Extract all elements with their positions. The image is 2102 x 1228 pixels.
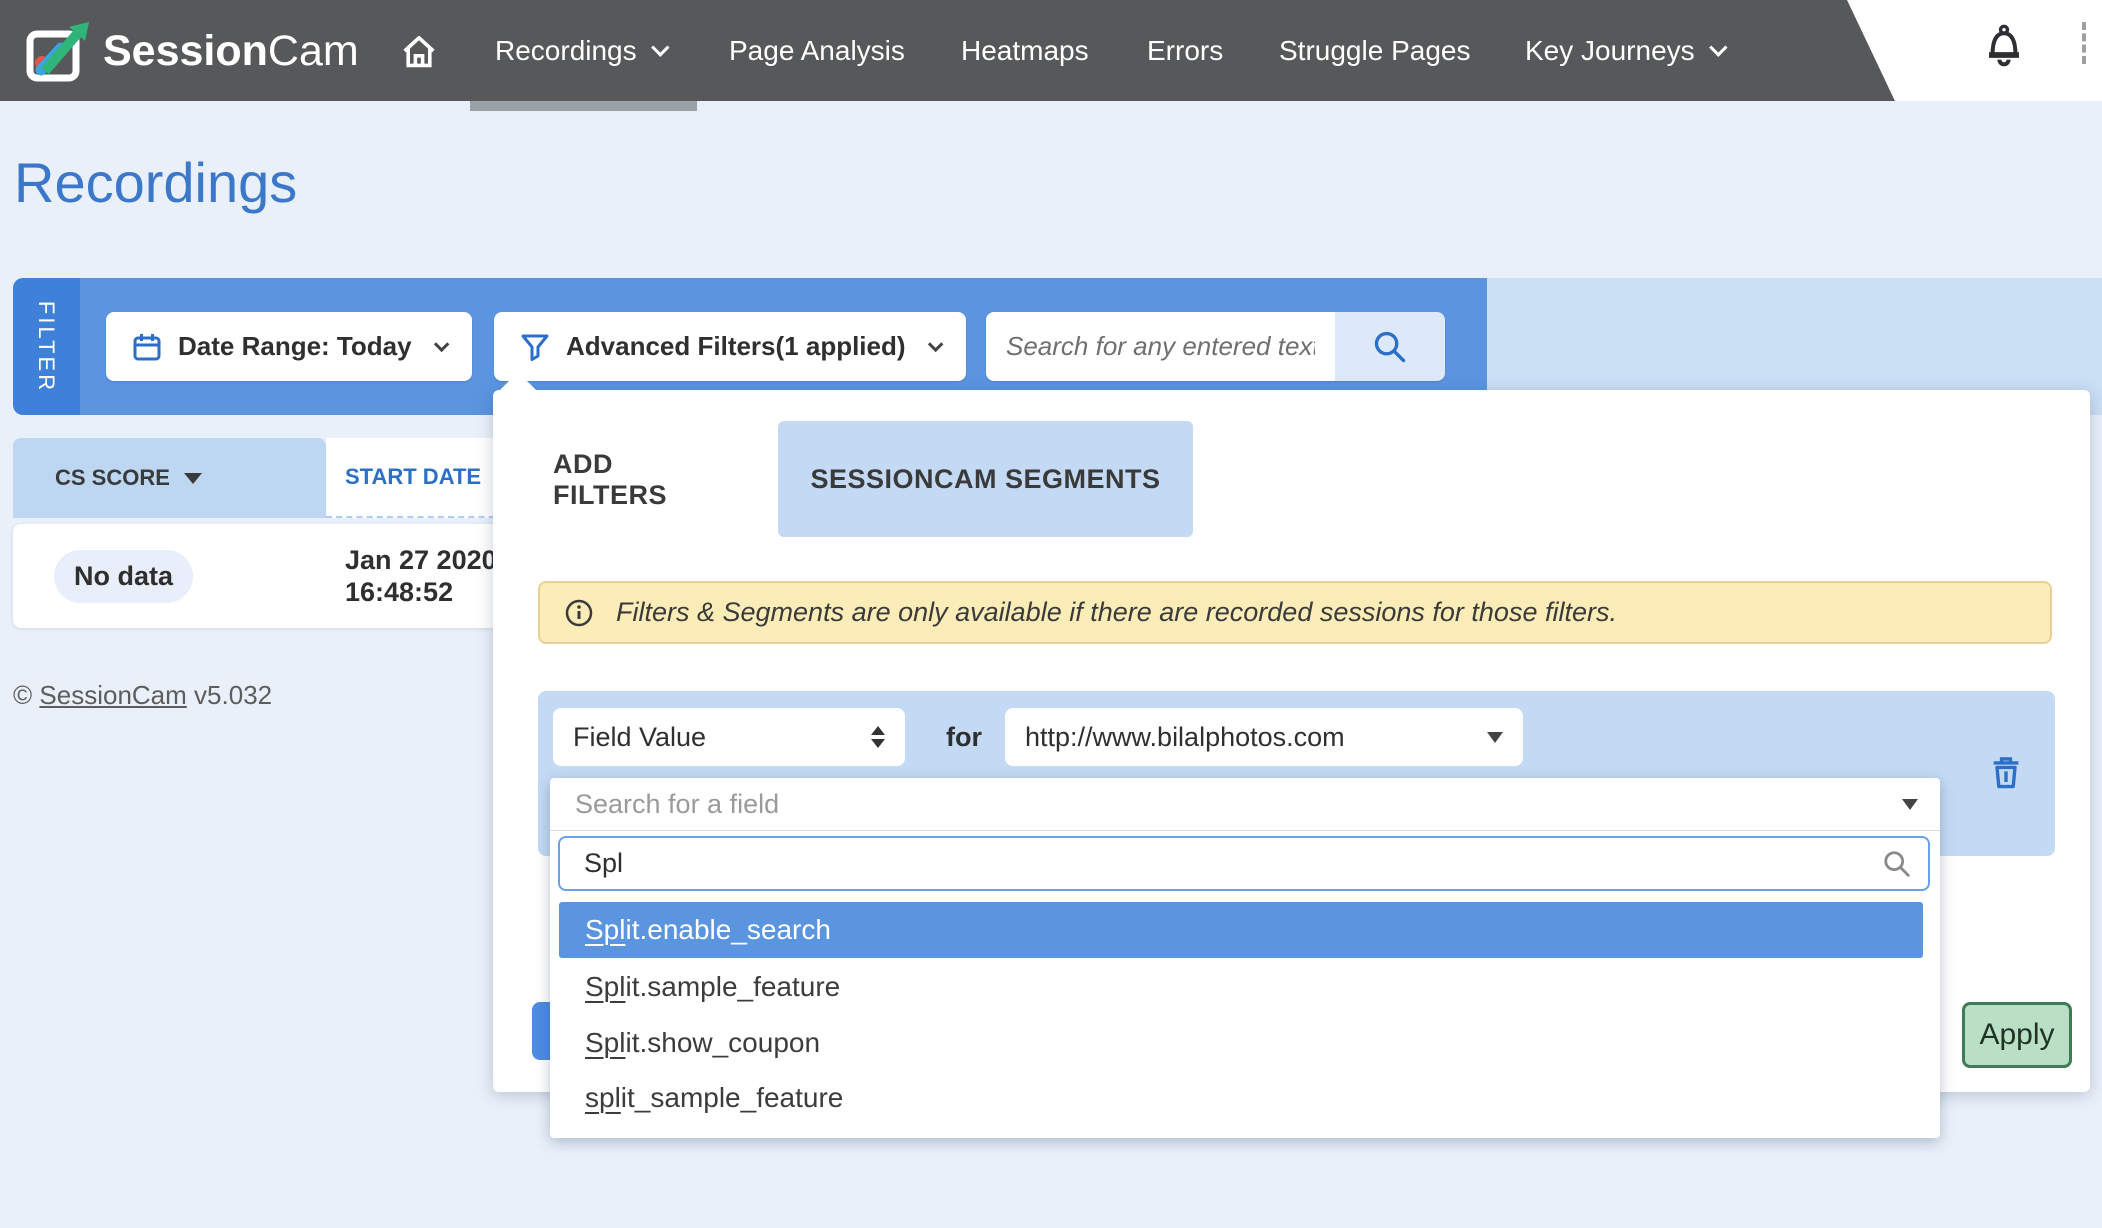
caret-down-icon	[1487, 732, 1503, 743]
brand-logo[interactable]: SessionCam	[25, 16, 359, 86]
nav-item-label: Key Journeys	[1525, 35, 1695, 67]
delete-filter-button[interactable]	[1989, 755, 2023, 796]
copyright-footer: © SessionCam v5.032	[13, 680, 272, 711]
nav-item-label: Heatmaps	[961, 35, 1089, 67]
nav-item-struggle-pages[interactable]: Struggle Pages	[1279, 0, 1470, 101]
tab-label: SESSIONCAM SEGMENTS	[810, 464, 1160, 495]
date-range-label: Date Range: Today	[178, 331, 412, 362]
active-nav-indicator	[470, 101, 697, 111]
text-search-input[interactable]	[986, 312, 1335, 381]
tab-add-filters[interactable]: ADD FILTERS	[553, 445, 733, 515]
funnel-icon	[520, 332, 550, 362]
tab-label: ADD FILTERS	[553, 449, 733, 511]
info-icon	[564, 598, 594, 628]
sessioncam-logo-icon	[25, 18, 95, 84]
sessioncam-link[interactable]: SessionCam	[39, 680, 186, 710]
search-icon	[1372, 329, 1408, 365]
nav-item-errors[interactable]: Errors	[1147, 0, 1223, 101]
caret-down-icon	[1902, 799, 1918, 810]
panel-notch	[499, 372, 537, 391]
field-type-select[interactable]: Field Value	[553, 708, 905, 766]
date-range-button[interactable]: Date Range: Today	[106, 312, 472, 381]
trash-icon	[1989, 755, 2023, 791]
nav-item-page-analysis[interactable]: Page Analysis	[729, 0, 905, 101]
info-banner: Filters & Segments are only available if…	[538, 581, 2052, 644]
nav-item-label: Struggle Pages	[1279, 35, 1470, 67]
condition-connector-label: for	[946, 708, 982, 766]
chevron-down-icon	[433, 337, 449, 353]
text-search-button[interactable]	[1335, 312, 1445, 381]
home-icon	[399, 33, 439, 69]
page-title: Recordings	[14, 150, 297, 215]
field-option-split-sample-feature-underscore[interactable]: split_sample_feature	[559, 1070, 1923, 1126]
chevron-down-icon	[1709, 38, 1727, 56]
sort-desc-icon	[184, 473, 202, 484]
site-value: http://www.bilalphotos.com	[1025, 722, 1345, 753]
field-option-split-enable-search[interactable]: Split.enable_search	[559, 902, 1923, 958]
chevron-down-icon	[651, 38, 669, 56]
dashed-menu-handle[interactable]	[2082, 22, 2086, 64]
field-search-input[interactable]	[560, 848, 1882, 879]
field-type-value: Field Value	[573, 722, 706, 753]
brand-name: SessionCam	[103, 27, 359, 76]
top-nav: SessionCam Recordings Page Analysis Heat…	[0, 0, 2102, 101]
column-header-cs-score[interactable]: CS SCORE	[13, 438, 326, 518]
start-date-value: Jan 27 2020, 16:48:52	[345, 544, 504, 608]
info-banner-text: Filters & Segments are only available if…	[616, 597, 1617, 628]
chevron-down-icon	[927, 337, 943, 353]
nav-item-label: Page Analysis	[729, 35, 905, 67]
field-option-split-sample-feature[interactable]: Split.sample_feature	[559, 959, 1923, 1015]
filter-tab-label: FILTER	[34, 300, 60, 392]
nav-item-heatmaps[interactable]: Heatmaps	[961, 0, 1089, 101]
notifications-bell-icon[interactable]	[1983, 24, 2025, 75]
advanced-filters-label: Advanced Filters(1 applied)	[566, 331, 906, 362]
calendar-icon	[132, 332, 162, 362]
nav-item-label: Errors	[1147, 35, 1223, 67]
field-select-collapsed[interactable]: Search for a field	[550, 778, 1940, 831]
field-option-split-show-coupon[interactable]: Split.show_coupon	[559, 1015, 1923, 1071]
nav-item-label: Recordings	[495, 35, 637, 67]
advanced-filters-button[interactable]: Advanced Filters(1 applied)	[494, 312, 966, 381]
tab-sessioncam-segments[interactable]: SESSIONCAM SEGMENTS	[778, 421, 1193, 537]
field-search-dropdown: Search for a field Split.enable_search S…	[550, 778, 1940, 1138]
recording-row[interactable]: No data Jan 27 2020, 16:48:52	[13, 524, 573, 628]
nav-item-recordings[interactable]: Recordings	[495, 0, 664, 101]
sessioncam-recordings-screen: SessionCam Recordings Page Analysis Heat…	[0, 0, 2102, 1228]
column-label: CS SCORE	[55, 465, 170, 491]
nav-item-key-journeys[interactable]: Key Journeys	[1525, 0, 1722, 101]
text-search-group	[986, 312, 1445, 381]
nav-home[interactable]	[399, 0, 439, 101]
column-label: START DATE	[345, 464, 481, 490]
filter-side-tab[interactable]: FILTER	[13, 278, 80, 415]
apply-button[interactable]: Apply	[1962, 1002, 2072, 1068]
caret-up-down-icon	[871, 726, 885, 748]
cs-score-badge: No data	[54, 550, 193, 603]
site-select[interactable]: http://www.bilalphotos.com	[1005, 708, 1523, 766]
field-select-placeholder: Search for a field	[575, 789, 779, 820]
field-search-input-wrap	[558, 836, 1930, 891]
search-icon	[1882, 849, 1912, 879]
